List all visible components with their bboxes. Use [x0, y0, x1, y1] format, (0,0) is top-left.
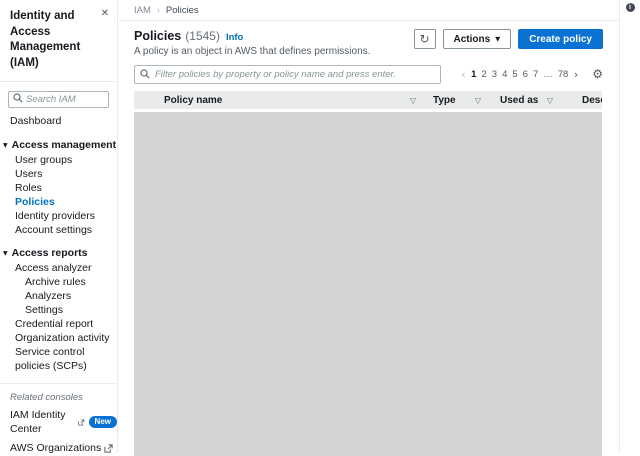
refresh-icon: ↻ [419, 32, 430, 46]
sidebar-item-identity-providers[interactable]: Identity providers [0, 209, 117, 223]
gear-icon[interactable]: ⚙ [592, 67, 603, 81]
table-header-row: Policy name ▽ Type ▽ Used as ▽ Descripti… [134, 91, 602, 109]
chevron-down-icon: ▼ [3, 141, 8, 149]
sidebar-item-scps[interactable]: Service control policies (SCPs) [0, 345, 117, 373]
sidebar-item-credential-report[interactable]: Credential report [0, 317, 117, 331]
filter-dropdown-icon[interactable]: ▽ [547, 96, 553, 105]
refresh-button[interactable]: ↻ [413, 29, 436, 49]
link-iam-identity-center[interactable]: IAM Identity Center New [0, 408, 117, 436]
page-number-4[interactable]: 4 [502, 69, 507, 80]
new-badge: New [88, 415, 117, 429]
sidebar-search-input[interactable] [8, 91, 109, 109]
sidebar-header: Identity and Access Management (IAM) ✕ [0, 0, 117, 81]
column-label: Used as [500, 94, 539, 106]
related-consoles-label: Related consoles [10, 392, 83, 404]
policies-table: Policy name ▽ Type ▽ Used as ▽ Descripti… [134, 91, 602, 456]
filter-policies-input[interactable] [134, 65, 441, 84]
column-label: Type [433, 94, 456, 106]
chevron-down-icon: ▼ [3, 249, 8, 257]
sidebar-item-archive-rules[interactable]: Archive rules [0, 275, 117, 289]
page-number-7[interactable]: 7 [533, 69, 538, 80]
link-label: IAM Identity Center [10, 409, 66, 436]
column-header-used-as[interactable]: Used as ▽ [490, 91, 562, 109]
page-number-78[interactable]: 78 [558, 69, 569, 80]
breadcrumb: IAM › Policies [119, 0, 619, 21]
page-header: Policies (1545) Info A policy is an obje… [134, 29, 603, 57]
breadcrumb-iam-link[interactable]: IAM [134, 5, 151, 16]
sidebar-item-organization-activity[interactable]: Organization activity [0, 331, 117, 345]
prev-page-icon[interactable]: ‹ [461, 68, 465, 81]
policies-content: Policies (1545) Info A policy is an obje… [119, 21, 619, 456]
sidebar-title: Identity and Access Management (IAM) [10, 10, 81, 69]
header-actions: ↻ Actions ▼ Create policy [413, 29, 603, 49]
page-number-2[interactable]: 2 [481, 69, 486, 80]
sidebar-item-settings[interactable]: Settings [0, 303, 117, 317]
actions-dropdown-button[interactable]: Actions ▼ [442, 29, 512, 49]
close-icon[interactable]: ✕ [101, 8, 109, 19]
section-access-management[interactable]: ▼ Access management [0, 137, 117, 153]
sidebar-item-policies[interactable]: Policies [0, 195, 117, 209]
page-number-1[interactable]: 1 [471, 69, 476, 80]
page-ellipsis: … [543, 68, 553, 80]
select-column-spacer [134, 91, 164, 109]
main-panel: IAM › Policies Policies (1545) Info A po… [119, 0, 619, 456]
section-label: Access management [11, 139, 117, 152]
actions-label: Actions [453, 33, 491, 45]
section-label: Access reports [11, 247, 88, 260]
column-header-policy-name[interactable]: Policy name ▽ [164, 91, 425, 109]
page-description: A policy is an object in AWS that define… [134, 46, 371, 57]
caret-down-icon: ▼ [495, 35, 501, 43]
column-label: Policy name [164, 94, 223, 106]
sidebar-item-account-settings[interactable]: Account settings [0, 223, 117, 237]
page-title: Policies [134, 29, 182, 43]
sidebar-item-access-analyzer[interactable]: Access analyzer [0, 261, 117, 275]
page-number-6[interactable]: 6 [523, 69, 528, 80]
pagination: ‹ 1 2 3 4 5 6 7 … 78 › ⚙ [458, 67, 603, 81]
column-label: Description [582, 94, 602, 106]
sidebar-nav: Dashboard ▼ Access management User group… [0, 113, 117, 455]
policies-count: (1545) [185, 29, 220, 43]
sidebar-item-roles[interactable]: Roles [0, 181, 117, 195]
sidebar-search [8, 89, 109, 109]
info-icon[interactable]: i [625, 3, 635, 12]
chevron-right-icon: › [156, 5, 160, 15]
external-link-icon [78, 419, 85, 426]
column-header-description[interactable]: Description [562, 91, 602, 109]
sidebar-item-analyzers[interactable]: Analyzers [0, 289, 117, 303]
filter-dropdown-icon[interactable]: ▽ [410, 96, 416, 105]
iam-sidebar: Identity and Access Management (IAM) ✕ D… [0, 0, 118, 455]
external-link-icon [104, 443, 113, 453]
create-policy-button[interactable]: Create policy [518, 29, 603, 49]
table-body-placeholder [134, 112, 602, 456]
page-number-5[interactable]: 5 [512, 69, 517, 80]
sidebar-divider [0, 383, 117, 385]
sidebar-item-users[interactable]: Users [0, 167, 117, 181]
search-icon [140, 69, 150, 79]
filter-row: ‹ 1 2 3 4 5 6 7 … 78 › ⚙ [134, 64, 603, 84]
search-icon [13, 93, 23, 103]
sidebar-item-user-groups[interactable]: User groups [0, 153, 117, 167]
sidebar-divider [0, 81, 117, 83]
column-header-type[interactable]: Type ▽ [425, 91, 490, 109]
page-title-block: Policies (1545) Info A policy is an obje… [134, 29, 370, 57]
sidebar-item-dashboard[interactable]: Dashboard [0, 113, 117, 129]
breadcrumb-current: Policies [165, 4, 199, 16]
info-link[interactable]: Info [226, 32, 243, 43]
next-page-icon[interactable]: › [574, 68, 578, 81]
help-panel-strip: i [619, 0, 640, 453]
filter-dropdown-icon[interactable]: ▽ [475, 96, 481, 105]
page-number-3[interactable]: 3 [492, 69, 497, 80]
section-access-reports[interactable]: ▼ Access reports [0, 245, 117, 261]
filter-box [134, 64, 441, 84]
